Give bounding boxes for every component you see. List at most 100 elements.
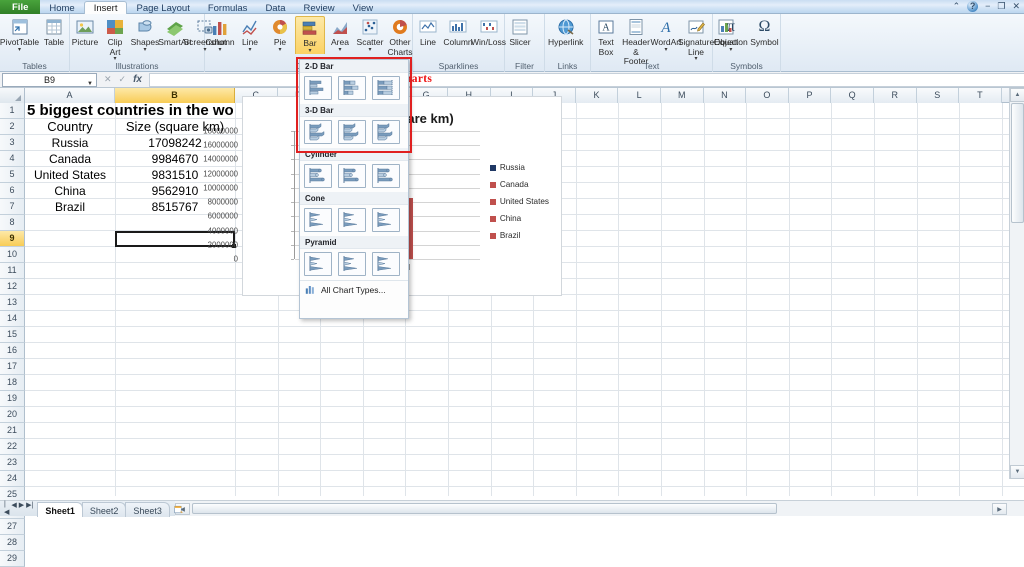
cancel-formula-icon[interactable]: ✕ [104, 74, 112, 85]
gallery-item-stacked-cylinder[interactable] [338, 164, 366, 188]
row-header-22[interactable]: 22 [0, 439, 25, 455]
chevron-down-icon[interactable]: ▾ [664, 47, 667, 53]
row-header-24[interactable]: 24 [0, 471, 25, 487]
chevron-down-icon[interactable]: ▾ [248, 47, 251, 53]
picture-button[interactable]: Picture [70, 16, 100, 48]
gallery-item-100-stacked-bar[interactable] [372, 76, 400, 100]
column-header-Q[interactable]: Q [831, 88, 874, 103]
row-header-9[interactable]: 9 [0, 231, 25, 247]
legend-entry-united-states[interactable]: United States [489, 197, 549, 206]
cell-a7-country[interactable]: Brazil [25, 199, 115, 215]
gallery-item-100-stacked-pyramid[interactable] [372, 252, 400, 276]
row-header-5[interactable]: 5 [0, 167, 25, 183]
ribbon-collapse-icon[interactable]: ⌃ [953, 1, 961, 12]
legend-entry-china[interactable]: China [489, 214, 549, 223]
row-header-10[interactable]: 10 [0, 247, 25, 263]
row-header-13[interactable]: 13 [0, 295, 25, 311]
text-box-button[interactable]: A Text Box [591, 16, 621, 57]
column-header-M[interactable]: M [660, 88, 704, 103]
legend-entry-russia[interactable]: Russia [489, 163, 549, 172]
table-button[interactable]: Table [39, 16, 69, 48]
pivottable-button[interactable]: PivotTable ▾ [0, 16, 39, 53]
row-header-3[interactable]: 3 [0, 135, 25, 151]
name-box[interactable]: B9 ▼ [2, 72, 97, 87]
chart-legend[interactable]: Russia Canada United States China Brazil [489, 163, 549, 248]
clip-art-button[interactable]: Clip Art ▾ [100, 16, 130, 62]
area-button[interactable]: Area ▾ [325, 16, 355, 53]
sheet-tab-sheet3[interactable]: Sheet3 [125, 501, 170, 517]
sheet-tab-sheet1[interactable]: Sheet1 [37, 501, 83, 517]
row-header-11[interactable]: 11 [0, 263, 25, 279]
column-header-O[interactable]: O [746, 88, 789, 103]
prev-sheet-button[interactable]: ◀ [11, 501, 16, 516]
insert-function-icon[interactable]: fx [133, 74, 142, 85]
close-button[interactable]: ✕ [1012, 1, 1020, 12]
chevron-down-icon[interactable]: ▾ [143, 47, 146, 53]
minimize-button[interactable]: − [985, 1, 990, 12]
row-header-29[interactable]: 29 [0, 551, 25, 567]
column-header-L[interactable]: L [618, 88, 661, 103]
row-header-6[interactable]: 6 [0, 183, 25, 199]
shapes-button[interactable]: Shapes ▾ [130, 16, 160, 53]
column-button[interactable]: Column ▾ [205, 16, 235, 53]
slicer-button[interactable]: Slicer [505, 16, 535, 48]
column-header-N[interactable]: N [703, 88, 747, 103]
row-header-20[interactable]: 20 [0, 407, 25, 423]
signature-line-button[interactable]: Signature Line ▾ [678, 16, 714, 62]
vertical-scrollbar[interactable]: ▲ ▼ [1009, 88, 1024, 479]
row-header-28[interactable]: 28 [0, 535, 25, 551]
column-header-P[interactable]: P [788, 88, 832, 103]
gallery-item-clustered-pyramid[interactable] [304, 252, 332, 276]
other-charts-button[interactable]: Other Charts▾ [385, 16, 415, 62]
chevron-down-icon[interactable]: ▾ [18, 47, 21, 53]
cell-a2-country-header[interactable]: Country [25, 119, 115, 135]
gallery-item-stacked-pyramid[interactable] [338, 252, 366, 276]
cell-a1-title[interactable]: 5 biggest countries in the world [27, 103, 233, 119]
cell-a3-country[interactable]: Russia [25, 135, 115, 151]
gallery-item-100-stacked-cylinder[interactable] [372, 164, 400, 188]
gallery-item-stacked-cone[interactable] [338, 208, 366, 232]
column-button[interactable]: Column [443, 16, 473, 48]
help-icon[interactable]: ? [967, 1, 979, 12]
horizontal-scrollbar[interactable]: ◀ ▶ [175, 500, 1024, 516]
scroll-up-button[interactable]: ▲ [1010, 88, 1024, 102]
equation-button[interactable]: π Equation ▾ [713, 16, 749, 53]
formula-input[interactable]: Clustered bar charts [149, 72, 1024, 87]
column-header-R[interactable]: R [873, 88, 917, 103]
enter-formula-icon[interactable]: ✓ [119, 74, 127, 85]
legend-entry-canada[interactable]: Canada [489, 180, 549, 189]
select-all-button[interactable] [0, 88, 25, 103]
next-sheet-button[interactable]: ▶ [19, 501, 24, 516]
symbol-button[interactable]: Ω Symbol [749, 16, 780, 48]
gallery-item-100-stacked-bar-3d[interactable] [372, 120, 400, 144]
all-chart-types-menu-item[interactable]: All Chart Types... [300, 280, 408, 299]
row-header-2[interactable]: 2 [0, 119, 25, 135]
row-header-16[interactable]: 16 [0, 343, 25, 359]
bar-chart-gallery-dropdown[interactable]: 2-D Bar 3-D Bar Cylinder Cone Pyramid All Cha… [299, 59, 409, 319]
legend-entry-brazil[interactable]: Brazil [489, 231, 549, 240]
gallery-item-stacked-bar-3d[interactable] [338, 120, 366, 144]
chevron-down-icon[interactable]: ▾ [729, 47, 732, 53]
row-header-4[interactable]: 4 [0, 151, 25, 167]
new-sheet-icon[interactable] [173, 504, 184, 517]
row-header-7[interactable]: 7 [0, 199, 25, 215]
wordart-button[interactable]: A WordArt ▾ [650, 16, 681, 53]
row-header-1[interactable]: 1 [0, 103, 25, 119]
bar-button[interactable]: Bar ▾ [295, 16, 325, 54]
vertical-scroll-thumb[interactable] [1011, 103, 1024, 223]
line-button[interactable]: Line [413, 16, 443, 48]
row-header-18[interactable]: 18 [0, 375, 25, 391]
gallery-item-100-stacked-cone[interactable] [372, 208, 400, 232]
scroll-right-button[interactable]: ▶ [992, 503, 1007, 515]
row-header-14[interactable]: 14 [0, 311, 25, 327]
hyperlink-button[interactable]: Hyperlink [545, 16, 586, 48]
chevron-down-icon[interactable]: ▾ [308, 48, 311, 54]
chevron-down-icon[interactable]: ▾ [368, 47, 371, 53]
cell-a5-country[interactable]: United States [25, 167, 115, 183]
gallery-item-clustered-bar-3d[interactable] [304, 120, 332, 144]
column-header-B[interactable]: B [115, 88, 235, 103]
last-sheet-button[interactable]: ▶| [26, 501, 33, 516]
sheet-tab-sheet2[interactable]: Sheet2 [81, 501, 127, 517]
row-header-21[interactable]: 21 [0, 423, 25, 439]
gallery-item-clustered-cone[interactable] [304, 208, 332, 232]
